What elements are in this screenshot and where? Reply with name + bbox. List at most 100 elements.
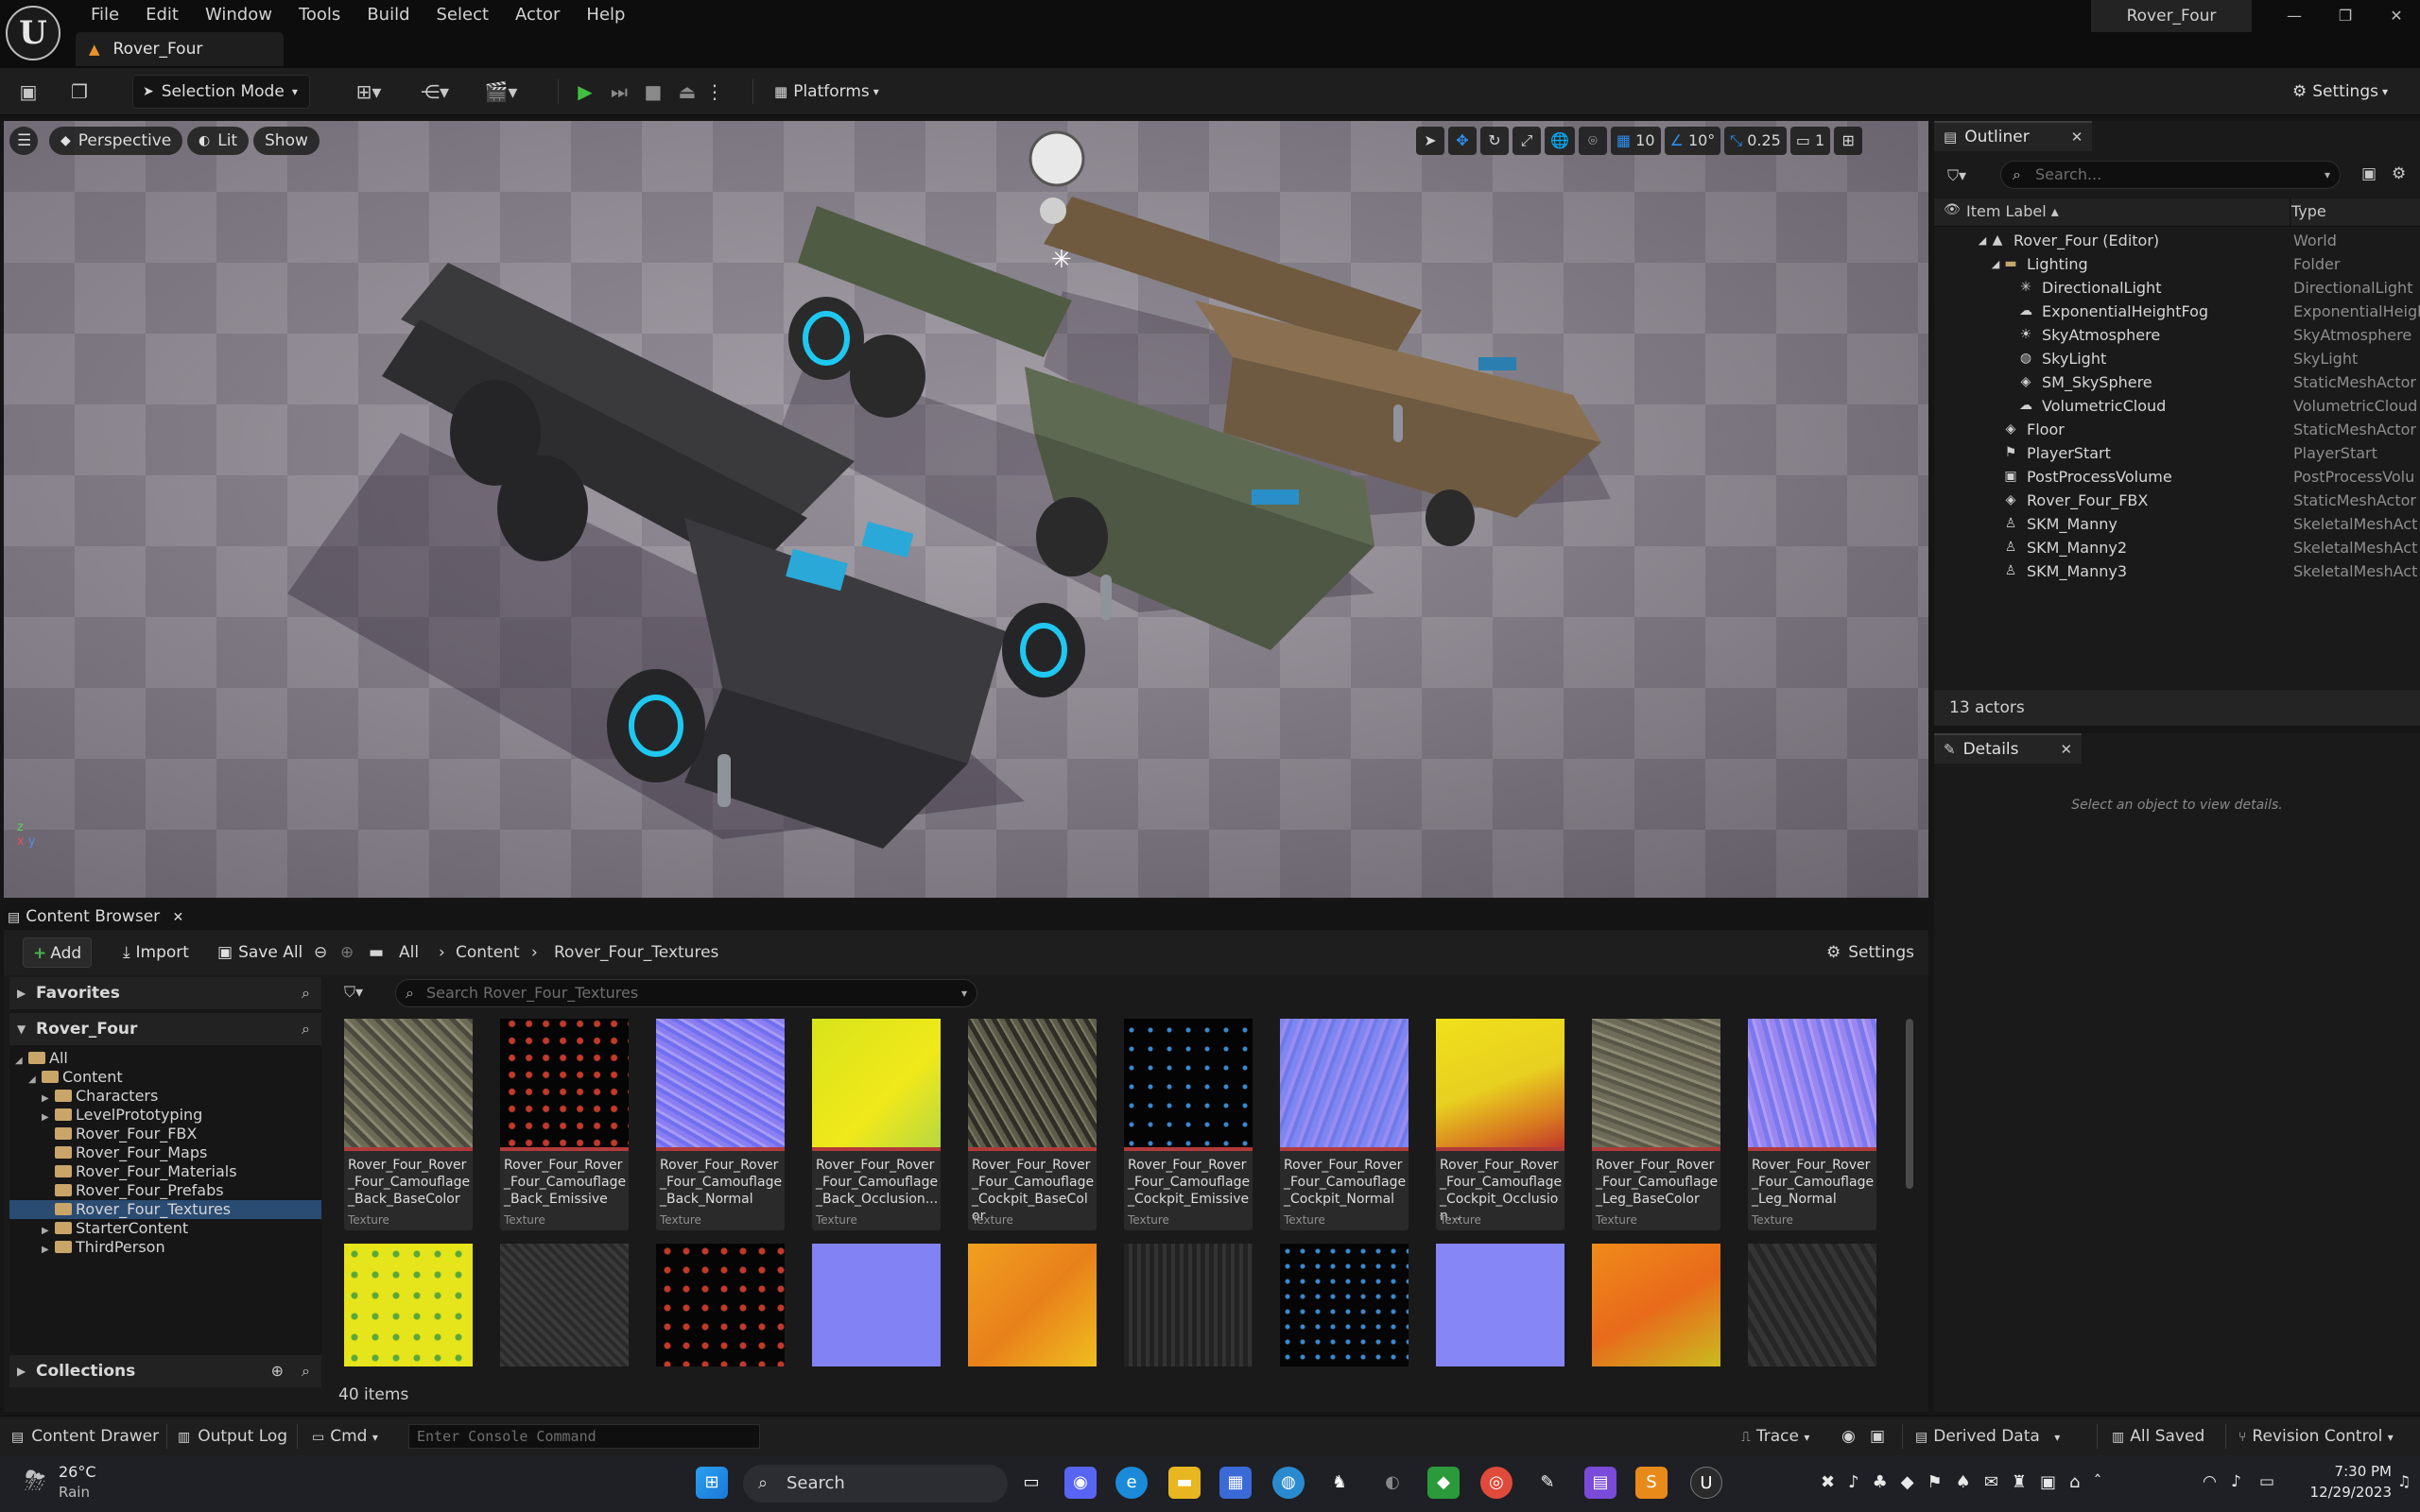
rover-four-section[interactable]: ▼ Rover_Four ⌕ — [9, 1013, 321, 1045]
close-window-button[interactable]: ✕ — [2373, 0, 2420, 32]
level-tab[interactable]: ▲ Rover_Four — [76, 32, 284, 66]
outliner-row-world[interactable]: ◢ ▲ Rover_Four (Editor) World — [1934, 229, 2420, 252]
tree-item-all[interactable]: ◢ All — [9, 1049, 321, 1068]
record-icon[interactable]: ◉ — [1841, 1417, 1856, 1456]
camera-speed-button[interactable]: ▭ 1 — [1789, 127, 1831, 155]
minimize-button[interactable]: — — [2271, 0, 2318, 32]
show-button[interactable]: Show — [253, 127, 320, 155]
app-icon[interactable]: ▤ — [1584, 1467, 1616, 1499]
tree-item-rover-four-prefabs[interactable]: Rover_Four_Prefabs — [9, 1181, 321, 1200]
collections-section[interactable]: ▶ Collections ⊕ ⌕ — [9, 1355, 321, 1387]
file-explorer-icon[interactable]: ▬ — [1168, 1467, 1201, 1499]
outliner-tab[interactable]: ▤ Outliner ✕ — [1934, 121, 2093, 151]
outliner-search-input[interactable]: ⌕ Search... ▾ — [2000, 161, 2341, 189]
close-icon[interactable]: ✕ — [2071, 129, 2083, 146]
wifi-icon[interactable]: ◠ — [2203, 1472, 2217, 1491]
asset-tile[interactable] — [344, 1244, 473, 1366]
content-browser-tab[interactable]: ▤ Content Browser ✕ — [8, 903, 183, 930]
outliner-row-lighting[interactable]: ◢ ▬ Lighting Folder — [1934, 252, 2420, 276]
history-forward-icon[interactable]: ⊕ — [340, 937, 354, 968]
visibility-eye-icon[interactable]: 👁 — [1944, 202, 1961, 217]
outliner-row-skm-manny3[interactable]: ♙ SKM_Manny3 SkeletalMeshAct — [1934, 559, 2420, 583]
asset-tile[interactable] — [968, 1244, 1097, 1366]
tree-item-characters[interactable]: ▶ Characters — [9, 1087, 321, 1106]
breadcrumb-content[interactable]: Content — [456, 937, 520, 968]
content-browser-settings[interactable]: ⚙ Settings — [1826, 937, 1914, 968]
save-icon[interactable]: ▣ — [15, 79, 42, 104]
translate-tool-icon[interactable]: ✥ — [1448, 127, 1477, 155]
gear-icon[interactable]: ⚙ — [2392, 164, 2406, 183]
asset-tile[interactable] — [812, 1244, 941, 1366]
asset-search-input[interactable]: ⌕ Search Rover_Four_Textures ▾ — [395, 979, 977, 1007]
add-collection-icon[interactable]: ⊕ — [271, 1355, 284, 1387]
favorites-section[interactable]: ▶ Favorites ⌕ — [9, 977, 321, 1009]
outliner-row-sky-light[interactable]: ◍ SkyLight SkyLight — [1934, 347, 2420, 370]
edge-icon[interactable]: e — [1115, 1467, 1148, 1499]
asset-tile[interactable] — [1280, 1244, 1409, 1366]
cmd-dropdown[interactable]: ▭ Cmd ▾ — [312, 1417, 378, 1456]
asset-tile[interactable] — [500, 1244, 629, 1366]
menu-help[interactable]: Help — [573, 2, 638, 30]
tree-item-startercontent[interactable]: ▶ StarterContent — [9, 1219, 321, 1238]
system-tray-icons[interactable]: ✖♪♣◆⚑♠✉♜▣⌂ˆ — [1821, 1472, 2115, 1492]
tree-item-rover-four-materials[interactable]: Rover_Four_Materials — [9, 1162, 321, 1181]
clock-date[interactable]: 12/29/2023 — [2291, 1484, 2392, 1501]
derived-data-dropdown[interactable]: ▤ Derived Data ▾ — [1915, 1417, 2060, 1456]
breadcrumb-all[interactable]: All — [399, 937, 419, 968]
viewport-menu-button[interactable]: ☰ — [9, 127, 38, 155]
asset-tile[interactable]: Rover_Four_Rover_Four_Camouflage_Back_Em… — [500, 1019, 629, 1230]
app-icon[interactable]: ♞ — [1323, 1467, 1356, 1499]
level-viewport[interactable]: ✳ ☰ ◆ Perspective ◐ Lit Show ➤ ✥ ↻ ⤢ 🌐 ⌾… — [4, 121, 1928, 898]
blueprint-icon[interactable]: ⋲▾ — [412, 79, 458, 104]
sublime-icon[interactable]: S — [1635, 1467, 1668, 1499]
restore-button[interactable]: ❐ — [2322, 0, 2369, 32]
app-icon[interactable]: ✎ — [1531, 1467, 1564, 1499]
tree-item-rover-four-textures[interactable]: Rover_Four_Textures — [9, 1200, 321, 1219]
outliner-row-skm-manny[interactable]: ♙ SKM_Manny SkeletalMeshAct — [1934, 512, 2420, 536]
revision-control-dropdown[interactable]: ⑂ Revision Control ▾ — [2238, 1417, 2394, 1456]
eject-icon[interactable]: ⏏ — [673, 79, 701, 104]
asset-tile[interactable]: Rover_Four_Rover_Four_Camouflage_Cockpit… — [1436, 1019, 1564, 1230]
outliner-row-directional-light[interactable]: ✳ DirectionalLight DirectionalLight — [1934, 276, 2420, 300]
asset-tile[interactable]: Rover_Four_Rover_Four_Camouflage_Cockpit… — [968, 1019, 1097, 1230]
perspective-button[interactable]: ◆ Perspective — [49, 127, 183, 155]
save-all-button[interactable]: ▣ Save All — [208, 937, 312, 968]
notification-bell-icon[interactable]: ♫ — [2397, 1472, 2411, 1490]
close-icon[interactable]: ✕ — [2061, 741, 2073, 758]
asset-tile[interactable] — [1124, 1244, 1253, 1366]
asset-tile[interactable] — [1748, 1244, 1876, 1366]
world-local-icon[interactable]: 🌐 — [1545, 127, 1575, 155]
trace-dropdown[interactable]: ⎍ Trace ▾ — [1741, 1417, 1809, 1456]
outliner-row-sky-atmosphere[interactable]: ☀ SkyAtmosphere SkyAtmosphere — [1934, 323, 2420, 347]
menu-file[interactable]: File — [78, 2, 132, 30]
battery-icon[interactable]: ▭ — [2259, 1472, 2274, 1491]
task-view-icon[interactable]: ▭ — [1015, 1467, 1047, 1499]
new-folder-icon[interactable]: ▣ — [2361, 164, 2377, 183]
tree-item-rover-four-maps[interactable]: Rover_Four_Maps — [9, 1143, 321, 1162]
asset-tile[interactable] — [1436, 1244, 1564, 1366]
outliner-row-post-process[interactable]: ▣ PostProcessVolume PostProcessVolu — [1934, 465, 2420, 489]
content-drawer-button[interactable]: ▤ Content Drawer — [11, 1417, 159, 1456]
scale-tool-icon[interactable]: ⤢ — [1512, 127, 1541, 155]
tree-item-content[interactable]: ◢ Content — [9, 1068, 321, 1087]
unreal-logo-icon[interactable]: U — [6, 6, 60, 60]
windows-start-icon[interactable]: ⊞ — [696, 1467, 728, 1499]
settings-dropdown[interactable]: ⚙ Settings ▾ — [2282, 75, 2409, 109]
tree-item-rover-four-fbx[interactable]: Rover_Four_FBX — [9, 1125, 321, 1143]
breadcrumb-rover-four-textures[interactable]: Rover_Four_Textures — [554, 937, 718, 968]
weather-icon[interactable]: ⛈ — [25, 1465, 45, 1497]
import-button[interactable]: ⤓ Import — [113, 937, 199, 968]
search-icon[interactable]: ⌕ — [302, 1355, 310, 1387]
browse-icon[interactable]: ❐ — [66, 79, 93, 104]
outliner-row-floor[interactable]: ◈ Floor StaticMeshActor — [1934, 418, 2420, 441]
chevron-down-icon[interactable]: ▾ — [961, 980, 967, 1006]
discord-icon[interactable]: ◉ — [1064, 1467, 1097, 1499]
asset-tile[interactable]: Rover_Four_Rover_Four_Camouflage_Cockpit… — [1124, 1019, 1253, 1230]
asset-grid-scrollbar[interactable] — [1906, 1019, 1913, 1189]
details-tab[interactable]: ✎ Details ✕ — [1934, 733, 2083, 764]
grid-snap-toggle[interactable]: ▦ 10 — [1610, 127, 1661, 155]
add-button[interactable]: + Add — [23, 937, 93, 968]
filter-icon[interactable]: ⛉▾ — [344, 983, 363, 1002]
cinematics-icon[interactable]: 🎬▾ — [478, 79, 524, 104]
asset-tile[interactable] — [656, 1244, 785, 1366]
